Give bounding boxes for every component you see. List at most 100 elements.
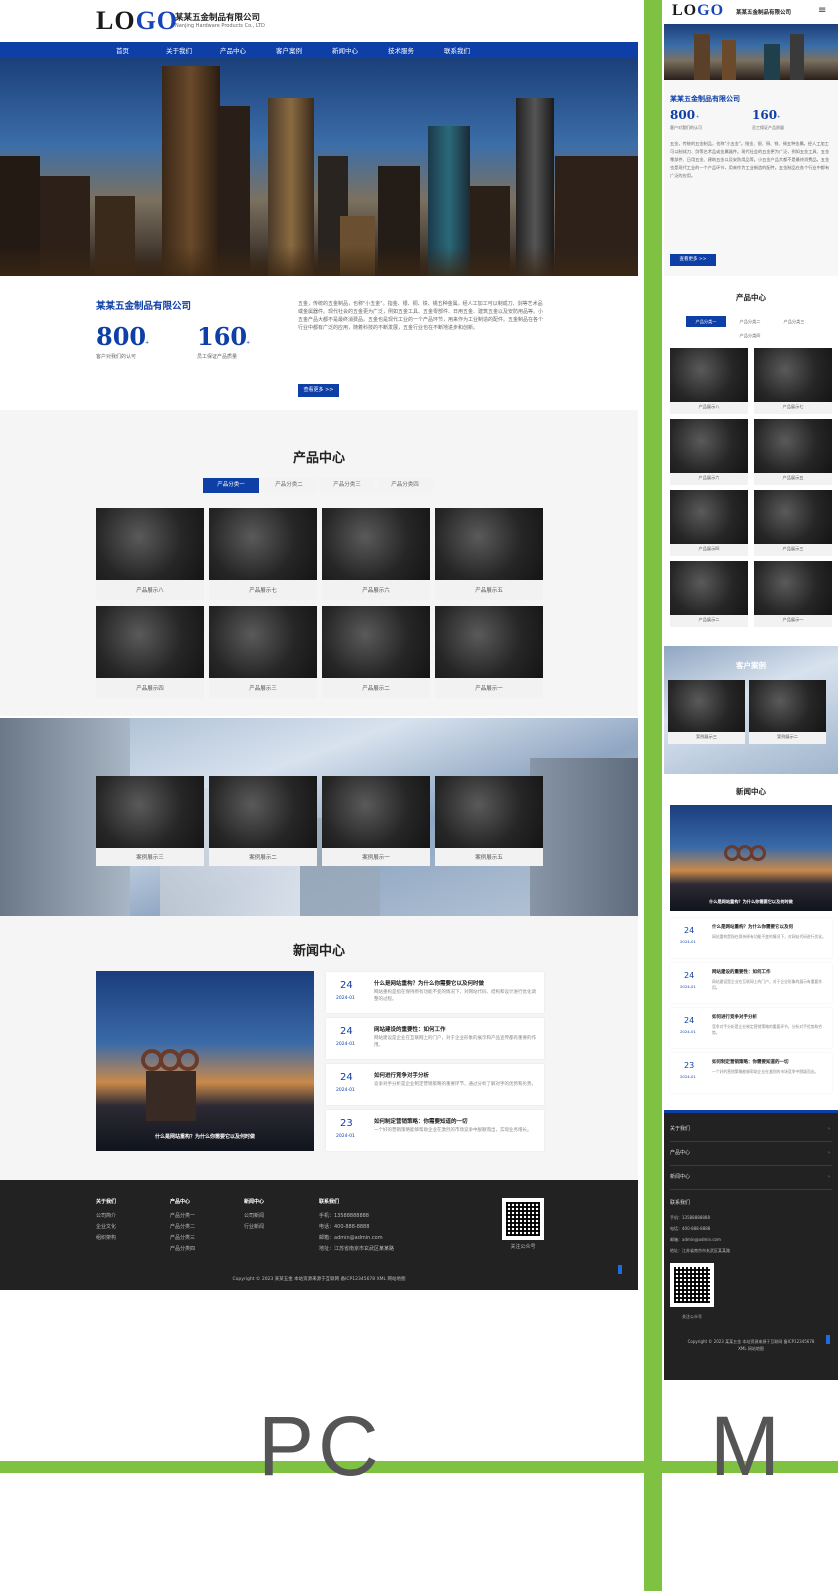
nav-item[interactable]: 技术服务 <box>388 45 414 55</box>
chevron-right-icon[interactable]: › <box>828 1173 830 1182</box>
chevron-right-icon[interactable]: › <box>828 1125 830 1134</box>
logo[interactable]: LOGO <box>672 2 724 20</box>
news-feature-image[interactable]: 什么是网站重构？为什么你需要它以及何时做 <box>96 971 314 1151</box>
tab-category-1[interactable]: 产品分类一 <box>203 478 259 493</box>
nav-item[interactable]: 新闻中心 <box>332 45 358 55</box>
news-item-desc: 一个好的营销策略能够帮助企业在激烈的市场竞争中脱颖而出。 <box>712 1069 819 1074</box>
m-header: LOGO 某某五金制品有限公司 ≡ <box>664 0 838 24</box>
news-item[interactable]: 24 2024-01 如何进行竞争对手分析 竞争对手分析是企业制定营销策略的重要… <box>326 1064 544 1105</box>
case-caption: 案例展示三 <box>136 855 164 861</box>
news-date: 2024-01 <box>336 996 355 1001</box>
product-card[interactable]: 产品展示七 <box>209 508 317 600</box>
footer-col-title: 新闻中心 <box>244 1199 265 1205</box>
nav-item[interactable]: 关于我们 <box>166 45 192 55</box>
stat-label: 员工保证产品质量 <box>197 354 238 360</box>
product-card[interactable]: 产品展示四 <box>96 606 204 698</box>
m-more-button[interactable]: 查看更多 >> <box>670 254 716 266</box>
product-caption: 产品展示七 <box>782 404 804 409</box>
footer-contact: 邮箱：admin@admin.com <box>319 1235 383 1241</box>
product-card[interactable]: 产品展示八 <box>670 348 748 414</box>
nav-item[interactable]: 产品中心 <box>220 45 246 55</box>
footer-link[interactable]: 产品分类二 <box>170 1223 195 1232</box>
product-card[interactable]: 产品展示一 <box>435 606 543 698</box>
news-item[interactable]: 24 2024-01 什么是网站重构？为什么你需要它以及何 网站重构是指在保持原… <box>670 918 832 958</box>
news-date: 2024-01 <box>336 1088 355 1093</box>
tab-category-1[interactable]: 产品分类一 <box>686 316 726 327</box>
tab-category-3[interactable]: 产品分类三 <box>319 478 375 493</box>
product-image <box>209 508 317 580</box>
case-card[interactable]: 案例展示五 <box>435 776 543 866</box>
case-card[interactable]: 案例展示二 <box>749 680 826 744</box>
m-footer: 关于我们 › 产品中心 › 新闻中心 › 联系我们 手机：13588888888… <box>664 1110 838 1380</box>
product-card[interactable]: 产品展示三 <box>754 490 832 556</box>
tab-category-3[interactable]: 产品分类三 <box>774 316 814 327</box>
nav-item[interactable]: 联系我们 <box>444 45 470 55</box>
product-card[interactable]: 产品展示一 <box>754 561 832 627</box>
m-footer-menu-item[interactable]: 新闻中心 <box>670 1173 690 1182</box>
m-footer-menu-item[interactable]: 关于我们 <box>670 1125 690 1134</box>
news-item-title: 什么是网站重构？为什么你需要它以及何 <box>712 925 793 930</box>
footer-link[interactable]: 产品分类四 <box>170 1245 195 1254</box>
news-item[interactable]: 24 2024-01 网站建设的重要性：如何工作 网站建设是企业在互联网上的门户… <box>326 1018 544 1059</box>
product-card[interactable]: 产品展示四 <box>670 490 748 556</box>
product-caption: 产品展示四 <box>698 546 720 551</box>
news-item[interactable]: 23 2024-01 如何制定营销策略：你需要知道的一切 一个好的营销策略能够帮… <box>326 1110 544 1151</box>
footer-link[interactable]: 公司新闻 <box>244 1212 264 1221</box>
case-card[interactable]: 案例展示三 <box>668 680 745 744</box>
product-card[interactable]: 产品展示三 <box>209 606 317 698</box>
product-card[interactable]: 产品展示八 <box>96 508 204 600</box>
case-card[interactable]: 案例展示二 <box>209 776 317 866</box>
footer-link[interactable]: 公司简介 <box>96 1212 116 1221</box>
footer-link[interactable]: 产品分类三 <box>170 1234 195 1243</box>
footer-link[interactable]: 企业文化 <box>96 1223 116 1232</box>
m-contact-line: 地址：江苏省南京市玄武区某某路 <box>670 1248 730 1253</box>
about-more-button[interactable]: 查看更多 >> <box>298 384 339 397</box>
footer-link[interactable]: 产品分类一 <box>170 1212 195 1221</box>
news-item[interactable]: 23 2024-01 如何制定营销策略：你需要知道的一切 一个好的营销策略能够帮… <box>670 1053 832 1093</box>
news-day: 24 <box>684 971 695 980</box>
pc-label: PC <box>258 1399 383 1493</box>
tab-category-4[interactable]: 产品分类四 <box>730 330 770 341</box>
news-item[interactable]: 24 2024-01 网站建设的重要性：如何工作 网站建设是企业在互联网上的门户… <box>670 963 832 1003</box>
footer-link[interactable]: 组织架构 <box>96 1234 116 1243</box>
product-image <box>435 508 543 580</box>
menu-icon[interactable]: ≡ <box>818 6 828 16</box>
product-caption: 产品展示八 <box>698 404 720 409</box>
product-card[interactable]: 产品展示七 <box>754 348 832 414</box>
scroll-top-icon[interactable] <box>826 1335 830 1344</box>
m-news-feature-image[interactable]: 什么是网站重构？为什么你需要它以及何时做 <box>670 805 832 911</box>
product-image <box>754 419 832 473</box>
news-date: 2024-01 <box>336 1134 355 1139</box>
case-card[interactable]: 案例展示一 <box>322 776 430 866</box>
product-card[interactable]: 产品展示六 <box>670 419 748 485</box>
logo[interactable]: LOGO <box>96 6 178 36</box>
nav-item[interactable]: 首页 <box>116 45 129 55</box>
news-date: 2024-01 <box>680 939 696 944</box>
product-card[interactable]: 产品展示二 <box>322 606 430 698</box>
case-card[interactable]: 案例展示三 <box>96 776 204 866</box>
scroll-top-icon[interactable] <box>618 1265 622 1274</box>
product-card[interactable]: 产品展示六 <box>322 508 430 600</box>
product-card[interactable]: 产品展示五 <box>435 508 543 600</box>
news-item[interactable]: 24 2024-01 如何进行竞争对手分析 竞争对手分析是企业制定营销策略的重要… <box>670 1008 832 1048</box>
pc-footer: 关于我们 公司简介 企业文化 组织架构 产品中心 产品分类一 产品分类二 产品分… <box>0 1180 638 1290</box>
news-date: 2024-01 <box>680 984 696 989</box>
m-news-feature-caption: 什么是网站重构？为什么你需要它以及何时做 <box>709 899 793 904</box>
nav-item[interactable]: 客户案例 <box>276 45 302 55</box>
footer-link[interactable]: 行业新闻 <box>244 1223 264 1232</box>
m-footer-menu-item[interactable]: 产品中心 <box>670 1149 690 1158</box>
logo-text: LO <box>672 2 698 19</box>
product-card[interactable]: 产品展示二 <box>670 561 748 627</box>
about-title: 某某五金制品有限公司 <box>96 301 192 312</box>
m-cases-title: 客户案例 <box>736 661 766 670</box>
news-item[interactable]: 24 2024-01 什么是网站重构？为什么你需要它以及何时做 网站重构是指在保… <box>326 972 544 1013</box>
tab-category-2[interactable]: 产品分类二 <box>261 478 317 493</box>
product-card[interactable]: 产品展示五 <box>754 419 832 485</box>
chevron-right-icon[interactable]: › <box>828 1149 830 1158</box>
tab-category-2[interactable]: 产品分类二 <box>730 316 770 327</box>
product-image <box>322 606 430 678</box>
copyright: Copyright © 2023 某某五金 本站资源来源于互联网 备ICP123… <box>687 1339 815 1351</box>
product-caption: 产品展示六 <box>362 588 390 594</box>
m-contact-title: 联系我们 <box>670 1200 691 1206</box>
tab-category-4[interactable]: 产品分类四 <box>377 478 433 493</box>
